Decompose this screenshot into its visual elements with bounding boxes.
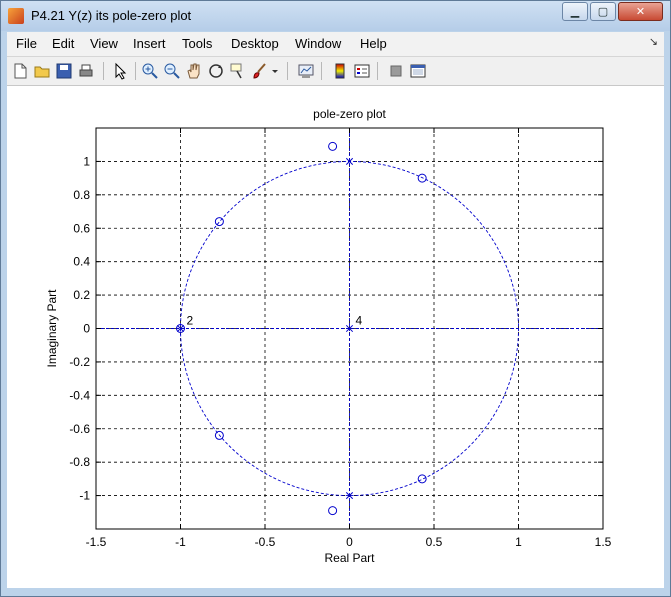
matlab-logo-icon (8, 8, 24, 24)
dock-figure-icon[interactable]: ↘ (649, 35, 658, 48)
save-figure-icon[interactable] (55, 62, 73, 80)
menu-window[interactable]: Window (295, 36, 341, 51)
maximize-button[interactable]: ▢ (590, 2, 616, 21)
figure-canvas[interactable]: -1.5 -1 -0.5 0 0.5 1 1.5 -1 -0.8 -0.6 -0.4 -0.2 0 0.2… (7, 86, 664, 588)
new-figure-icon[interactable] (11, 62, 29, 80)
figure-toolbar (7, 57, 664, 86)
data-cursor-icon[interactable] (229, 62, 247, 80)
pole-zero-plot[interactable]: -1.5 -1 -0.5 0 0.5 1 1.5 -1 -0.8 -0.6 -0.4 -0.2 0 0.2… (7, 86, 664, 588)
close-button[interactable]: ✕ (618, 2, 663, 21)
brush-icon[interactable] (251, 62, 269, 80)
insert-colorbar-icon[interactable] (331, 62, 349, 80)
y-tick-label: 0.2 (73, 288, 90, 302)
edit-plot-arrow-icon[interactable] (111, 62, 129, 80)
y-tick-label: 0.4 (73, 255, 90, 269)
menu-bar: File Edit View Insert Tools Desktop Wind… (7, 32, 664, 57)
rotate-3d-icon[interactable] (207, 62, 225, 80)
x-tick-label: -1 (175, 535, 186, 549)
minimize-button[interactable]: ▁ (562, 2, 588, 21)
multiplicity-label: 4 (356, 314, 363, 328)
menu-view[interactable]: View (90, 36, 118, 51)
menu-file[interactable]: File (16, 36, 37, 51)
pan-hand-icon[interactable] (185, 62, 203, 80)
x-axis-label: Real Part (324, 551, 375, 565)
insert-legend-icon[interactable] (353, 62, 371, 80)
window-title: P4.21 Y(z) its pole-zero plot (31, 8, 192, 23)
x-tick-label: -0.5 (255, 535, 276, 549)
zoom-out-icon[interactable] (163, 62, 181, 80)
link-plot-icon[interactable] (297, 62, 315, 80)
x-tick-label: 0 (346, 535, 353, 549)
x-tick-label: 1.5 (595, 535, 612, 549)
y-tick-label: -1 (79, 489, 90, 503)
x-tick-label: 1 (515, 535, 522, 549)
open-file-icon[interactable] (33, 62, 51, 80)
menu-insert[interactable]: Insert (133, 36, 166, 51)
chart-title: pole-zero plot (313, 107, 386, 121)
print-figure-icon[interactable] (77, 62, 95, 80)
y-tick-label: -0.4 (69, 388, 90, 402)
multiplicity-label: 2 (187, 314, 194, 328)
y-tick-label: -0.2 (69, 355, 90, 369)
hide-plot-tools-icon[interactable] (387, 62, 405, 80)
brush-dropdown-icon[interactable] (270, 62, 280, 80)
y-axis-label: Imaginary Part (45, 289, 59, 368)
menu-help[interactable]: Help (360, 36, 387, 51)
y-tick-label: -0.8 (69, 455, 90, 469)
title-bar[interactable]: P4.21 Y(z) its pole-zero plot ▁ ▢ ✕ (1, 1, 670, 31)
figure-window: P4.21 Y(z) its pole-zero plot ▁ ▢ ✕ File… (0, 0, 671, 597)
menu-desktop[interactable]: Desktop (231, 36, 279, 51)
menu-edit[interactable]: Edit (52, 36, 74, 51)
show-plot-tools-icon[interactable] (409, 62, 427, 80)
menu-tools[interactable]: Tools (182, 36, 212, 51)
y-tick-label: 0.8 (73, 188, 90, 202)
zoom-in-icon[interactable] (141, 62, 159, 80)
y-tick-label: 0 (83, 322, 90, 336)
x-tick-label: -1.5 (86, 535, 107, 549)
y-tick-label: 0.6 (73, 221, 90, 235)
y-tick-label: 1 (83, 154, 90, 168)
x-tick-label: 0.5 (426, 535, 443, 549)
y-tick-label: -0.6 (69, 422, 90, 436)
